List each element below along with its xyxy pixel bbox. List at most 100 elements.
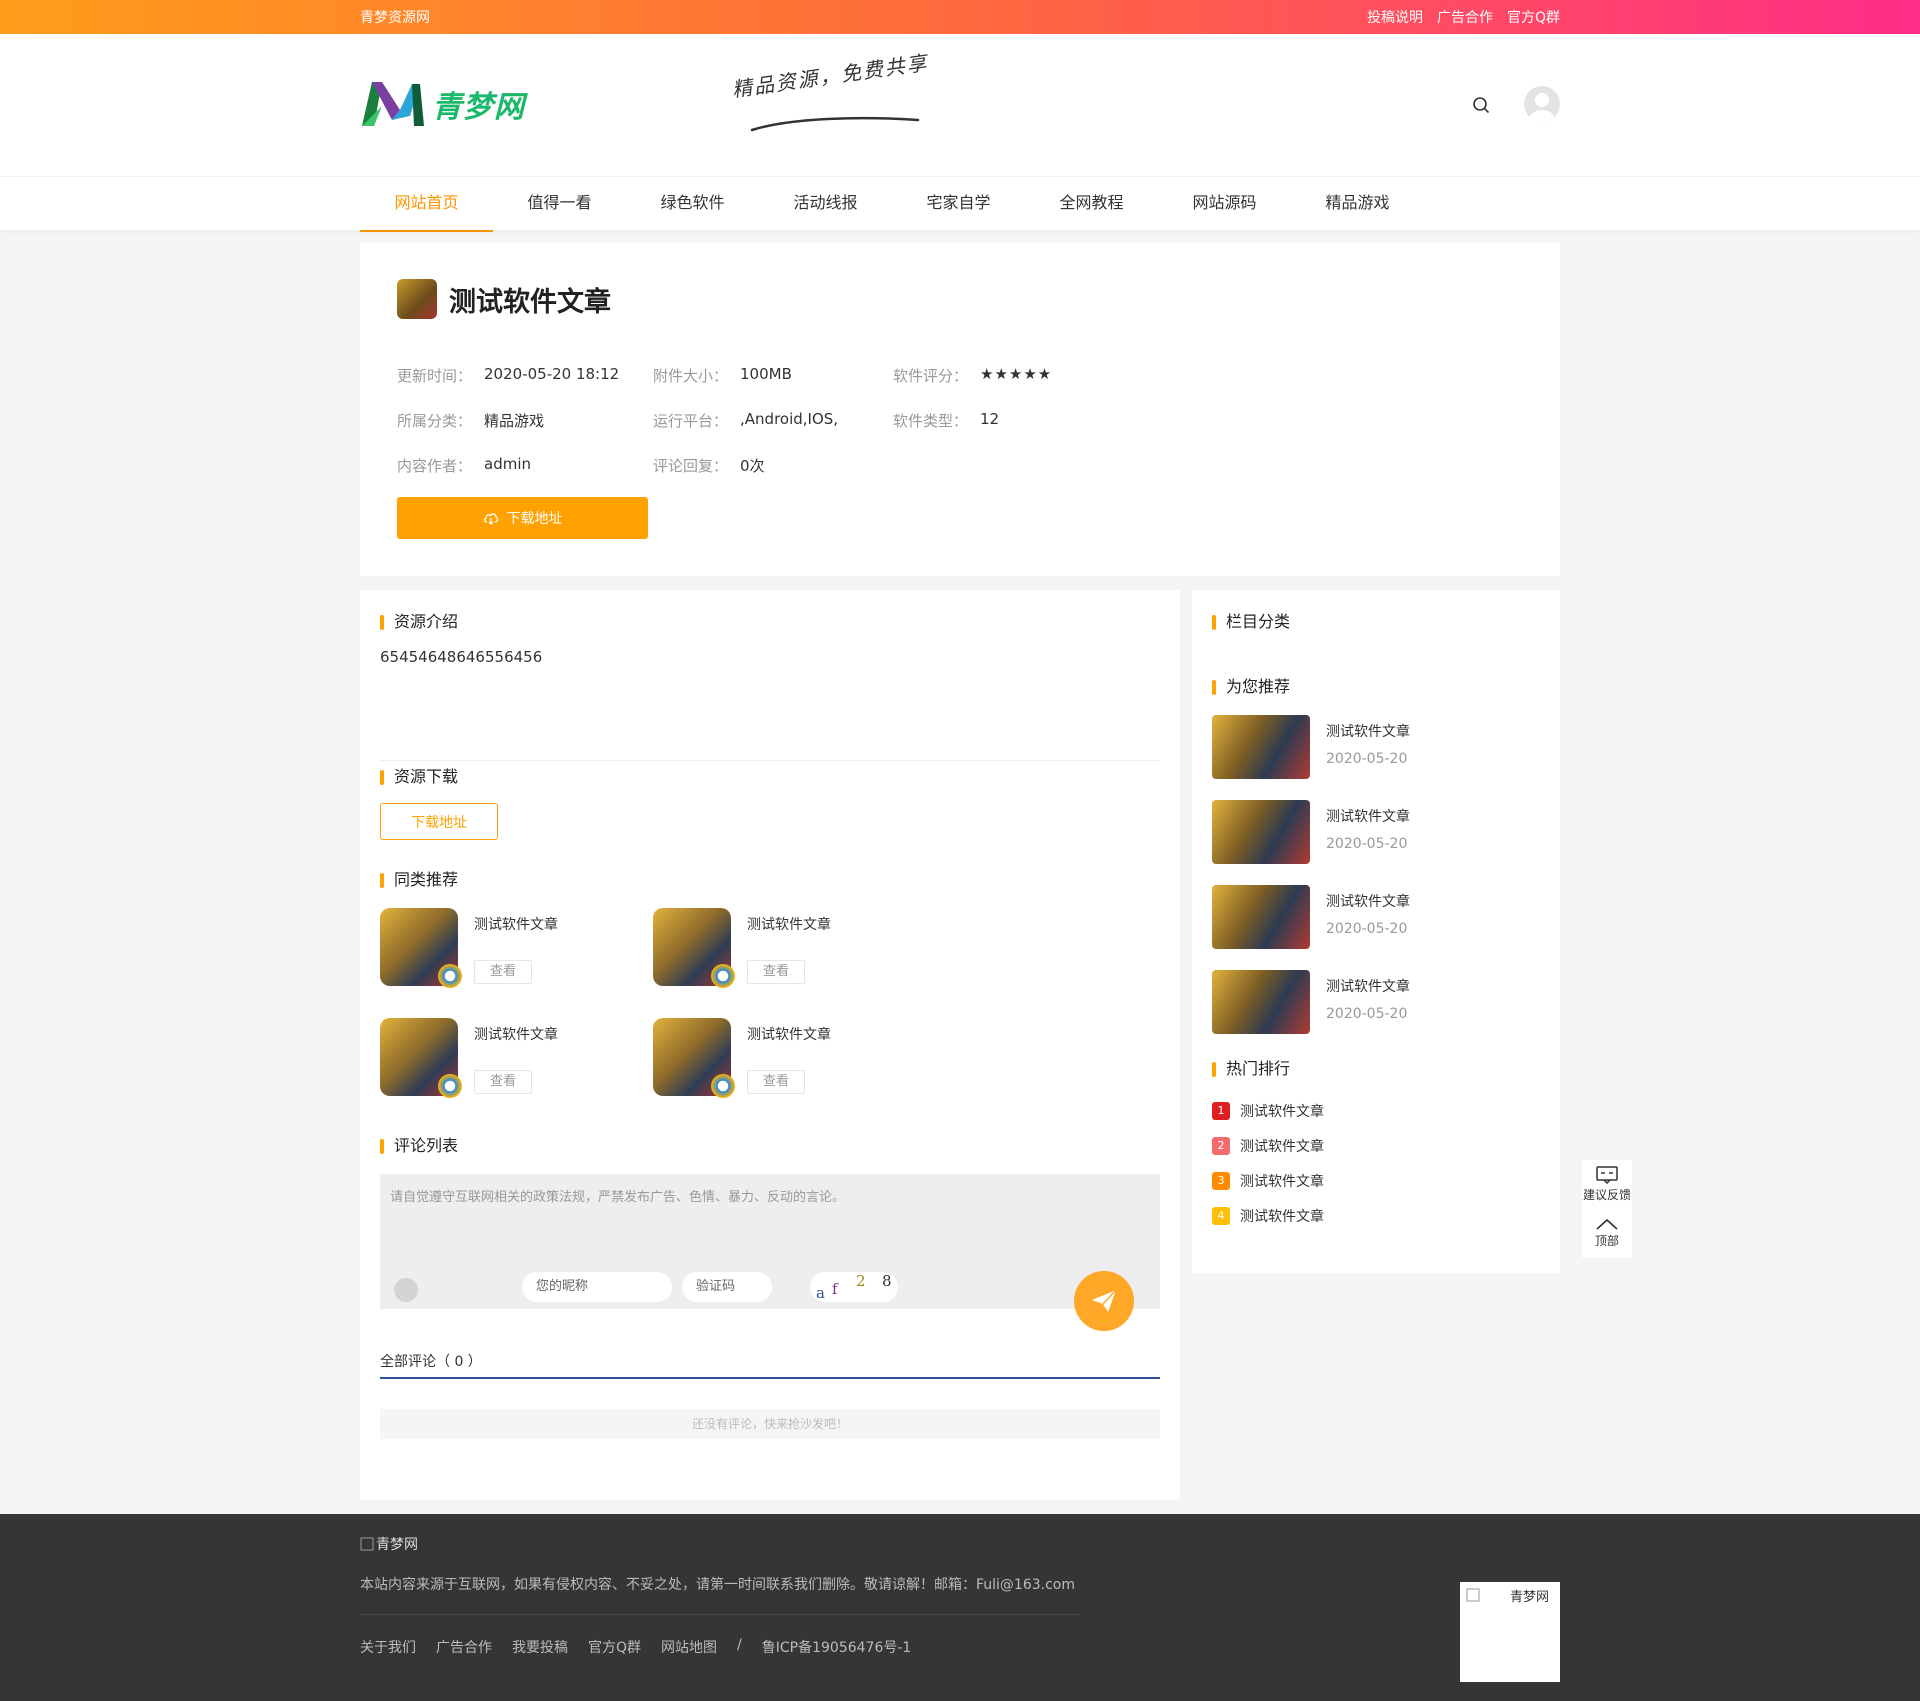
slogan-brush-stroke: [750, 116, 920, 132]
view-button[interactable]: 查看: [747, 960, 805, 984]
recommend-item[interactable]: 测试软件文章 2020-05-20: [1212, 715, 1540, 800]
top-link-submit-guide[interactable]: 投稿说明: [1367, 7, 1423, 27]
footer-separator: /: [737, 1637, 742, 1653]
meta-value[interactable]: 精品游戏: [484, 410, 544, 431]
nav-home[interactable]: 网站首页: [360, 177, 493, 232]
meta-category: 所属分类： 精品游戏: [397, 410, 653, 431]
similar-thumbnail[interactable]: [380, 908, 462, 988]
top-site-name[interactable]: 青梦资源网: [360, 7, 430, 27]
footer-logo: 青梦网: [360, 1534, 1560, 1554]
hot-item[interactable]: 1 测试软件文章: [1212, 1093, 1540, 1128]
similar-title: 同类推荐: [380, 868, 1160, 892]
recommend-thumbnail[interactable]: [1212, 715, 1310, 779]
rank-badge: 1: [1212, 1101, 1230, 1120]
hot-item-title[interactable]: 测试软件文章: [1240, 1136, 1324, 1156]
recommend-item-title[interactable]: 测试软件文章: [1326, 806, 1410, 826]
rank-badge: 3: [1212, 1171, 1230, 1190]
similar-thumbnail[interactable]: [653, 1018, 735, 1098]
footer-link-qq-group[interactable]: 官方Q群: [588, 1637, 641, 1657]
nav-games[interactable]: 精品游戏: [1291, 177, 1424, 231]
top-link-ads[interactable]: 广告合作: [1437, 7, 1493, 27]
nav-home-study[interactable]: 宅家自学: [892, 177, 1025, 231]
divider: [380, 760, 1160, 761]
hot-item[interactable]: 2 测试软件文章: [1212, 1128, 1540, 1163]
site-logo[interactable]: 青梦网: [360, 76, 525, 132]
view-button[interactable]: 查看: [474, 1070, 532, 1094]
recommend-item[interactable]: 测试软件文章 2020-05-20: [1212, 885, 1540, 970]
footer-link-submit[interactable]: 我要投稿: [512, 1637, 568, 1657]
recommend-thumbnail[interactable]: [1212, 970, 1310, 1034]
footer-link-ads[interactable]: 广告合作: [436, 1637, 492, 1657]
similar-thumbnail[interactable]: [653, 908, 735, 988]
footer-link-about[interactable]: 关于我们: [360, 1637, 416, 1657]
search-icon[interactable]: [1472, 96, 1490, 114]
nav-green-software[interactable]: 绿色软件: [626, 177, 759, 231]
category-title: 栏目分类: [1212, 610, 1540, 634]
nav-worth-seeing[interactable]: 值得一看: [493, 177, 626, 231]
qr-alt-text: 青梦网: [1510, 1590, 1550, 1605]
download-section-title: 资源下载: [380, 765, 1160, 789]
footer-links: 关于我们 广告合作 我要投稿 官方Q群 网站地图 / 鲁ICP备19056476…: [360, 1637, 1560, 1657]
recommend-item-date: 2020-05-20: [1326, 1006, 1408, 1022]
similar-item[interactable]: 测试软件文章 查看: [380, 908, 653, 1018]
back-to-top-button[interactable]: 顶部: [1582, 1209, 1632, 1258]
footer-link-sitemap[interactable]: 网站地图: [661, 1637, 717, 1657]
similar-item-title[interactable]: 测试软件文章: [474, 1024, 558, 1044]
empty-comments: 还没有评论，快来抢沙发吧！: [380, 1409, 1160, 1439]
view-button[interactable]: 查看: [474, 960, 532, 984]
nav-tutorials[interactable]: 全网教程: [1025, 177, 1158, 231]
view-button[interactable]: 查看: [747, 1070, 805, 1094]
download-link-button[interactable]: 下载地址: [380, 803, 498, 840]
article-header: 测试软件文章: [397, 279, 1523, 319]
article-info-card: 测试软件文章 更新时间： 2020-05-20 18:12 附件大小： 100MB …: [360, 243, 1560, 576]
article-body: 资源介绍 65454648646556456 资源下载 下载地址 同类推荐 测试…: [360, 590, 1180, 1500]
user-avatar[interactable]: [1524, 86, 1560, 122]
hot-item-title[interactable]: 测试软件文章: [1240, 1206, 1324, 1226]
download-button[interactable]: 下载地址: [397, 497, 648, 539]
nav-source-code[interactable]: 网站源码: [1158, 177, 1291, 231]
recommend-item-date: 2020-05-20: [1326, 751, 1408, 767]
footer-disclaimer: 本站内容来源于互联网，如果有侵权内容、不妥之处，请第一时间联系我们删除。敬请谅解…: [360, 1577, 1076, 1593]
hot-item[interactable]: 4 测试软件文章: [1212, 1198, 1540, 1233]
captcha-char: 2: [856, 1272, 866, 1290]
recommend-thumbnail[interactable]: [1212, 885, 1310, 949]
comments-title: 评论列表: [380, 1134, 1160, 1158]
recommend-item[interactable]: 测试软件文章 2020-05-20: [1212, 800, 1540, 885]
feedback-button[interactable]: 建议反馈: [1582, 1160, 1632, 1209]
article-app-icon: [397, 279, 437, 319]
recommend-item-title[interactable]: 测试软件文章: [1326, 721, 1410, 741]
similar-thumbnail[interactable]: [380, 1018, 462, 1098]
similar-item-title[interactable]: 测试软件文章: [747, 1024, 831, 1044]
send-comment-button[interactable]: [1074, 1271, 1134, 1331]
recommend-item-title[interactable]: 测试软件文章: [1326, 891, 1410, 911]
captcha-char: f: [832, 1280, 838, 1298]
nickname-input[interactable]: 您的昵称: [522, 1272, 672, 1302]
similar-item[interactable]: 测试软件文章 查看: [653, 908, 926, 1018]
comment-textarea[interactable]: 请自觉遵守互联网相关的政策法规，严禁发布广告、色情、暴力、反动的言论。: [390, 1186, 845, 1205]
broken-image-icon: [1466, 1588, 1480, 1602]
all-comments-tab[interactable]: 全部评论（ 0 ）: [380, 1351, 1160, 1379]
top-link-qq-group[interactable]: 官方Q群: [1507, 7, 1560, 27]
meta-label: 运行平台：: [653, 412, 729, 430]
download-button-label: 下载地址: [506, 511, 563, 527]
footer-icp[interactable]: 鲁ICP备19056476号-1: [762, 1637, 912, 1657]
nav-activity-news[interactable]: 活动线报: [759, 177, 892, 231]
captcha-image[interactable]: a f 2 8: [810, 1272, 898, 1302]
main-content: 资源介绍 65454648646556456 资源下载 下载地址 同类推荐 测试…: [360, 590, 1560, 1500]
message-icon: [1596, 1166, 1618, 1184]
captcha-char: a: [816, 1284, 825, 1302]
similar-item[interactable]: 测试软件文章 查看: [380, 1018, 653, 1128]
similar-item[interactable]: 测试软件文章 查看: [653, 1018, 926, 1128]
hot-item-title[interactable]: 测试软件文章: [1240, 1101, 1324, 1121]
recommend-item-title[interactable]: 测试软件文章: [1326, 976, 1410, 996]
slogan: 精品资源，免费共享: [730, 50, 930, 140]
meta-label: 更新时间：: [397, 367, 473, 385]
meta-value: admin: [484, 455, 532, 473]
recommend-thumbnail[interactable]: [1212, 800, 1310, 864]
hot-item[interactable]: 3 测试软件文章: [1212, 1163, 1540, 1198]
recommend-item[interactable]: 测试软件文章 2020-05-20: [1212, 970, 1540, 1055]
similar-item-title[interactable]: 测试软件文章: [747, 914, 831, 934]
similar-item-title[interactable]: 测试软件文章: [474, 914, 558, 934]
captcha-input[interactable]: 验证码: [682, 1272, 772, 1302]
hot-item-title[interactable]: 测试软件文章: [1240, 1171, 1324, 1191]
